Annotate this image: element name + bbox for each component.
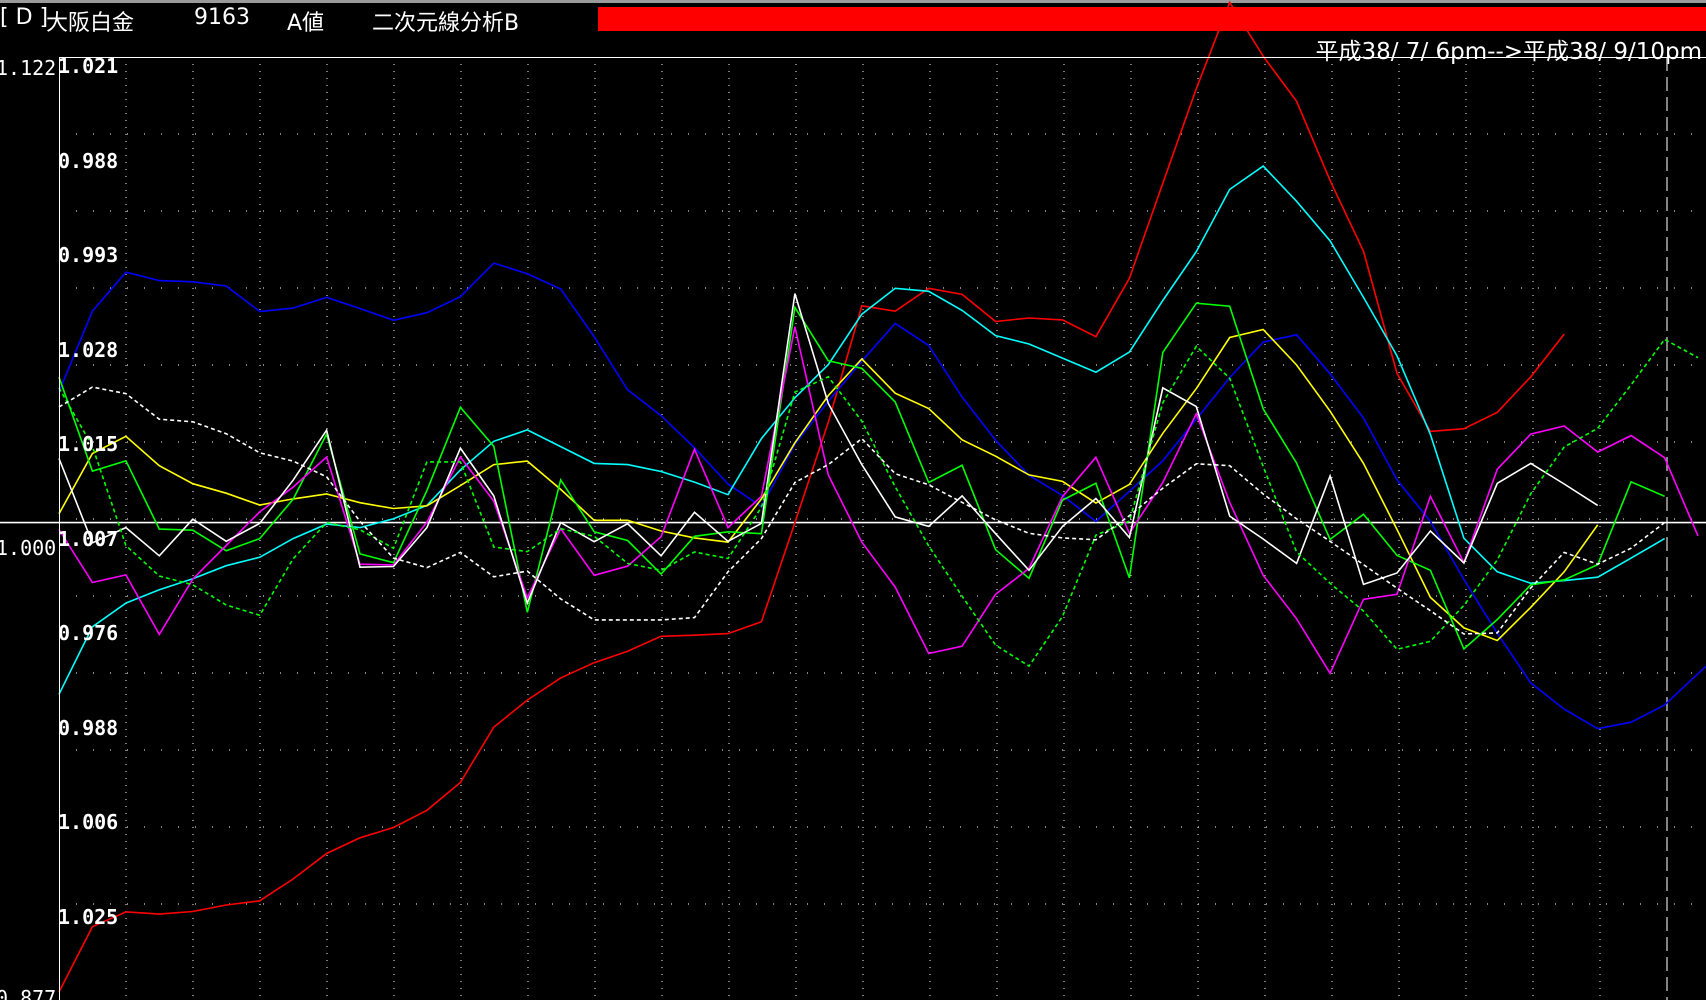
left-axis-label: 0.877 [0,986,57,1000]
left-axis-label: 1.000 [0,536,57,560]
chart-window: { "window": { "bracket": "[ D ]", "name"… [0,0,1706,1000]
inner-axis-label: 0.976 [58,621,119,645]
inner-axis-label: 1.015 [58,432,119,456]
inner-axis-label: 1.007 [58,526,119,551]
plot-area [59,57,1706,1000]
inner-axis-label: 1.028 [58,337,119,362]
inner-axis-label: 1.021 [58,54,119,78]
inner-axis-label: 0.988 [58,715,119,740]
inner-axis-label: 0.993 [58,243,119,267]
inner-axis-label: 1.006 [58,810,119,834]
inner-axis-label: 0.988 [58,148,119,173]
inner-axis-label: 1.025 [58,904,119,929]
left-axis-label: 1.122 [0,56,57,80]
